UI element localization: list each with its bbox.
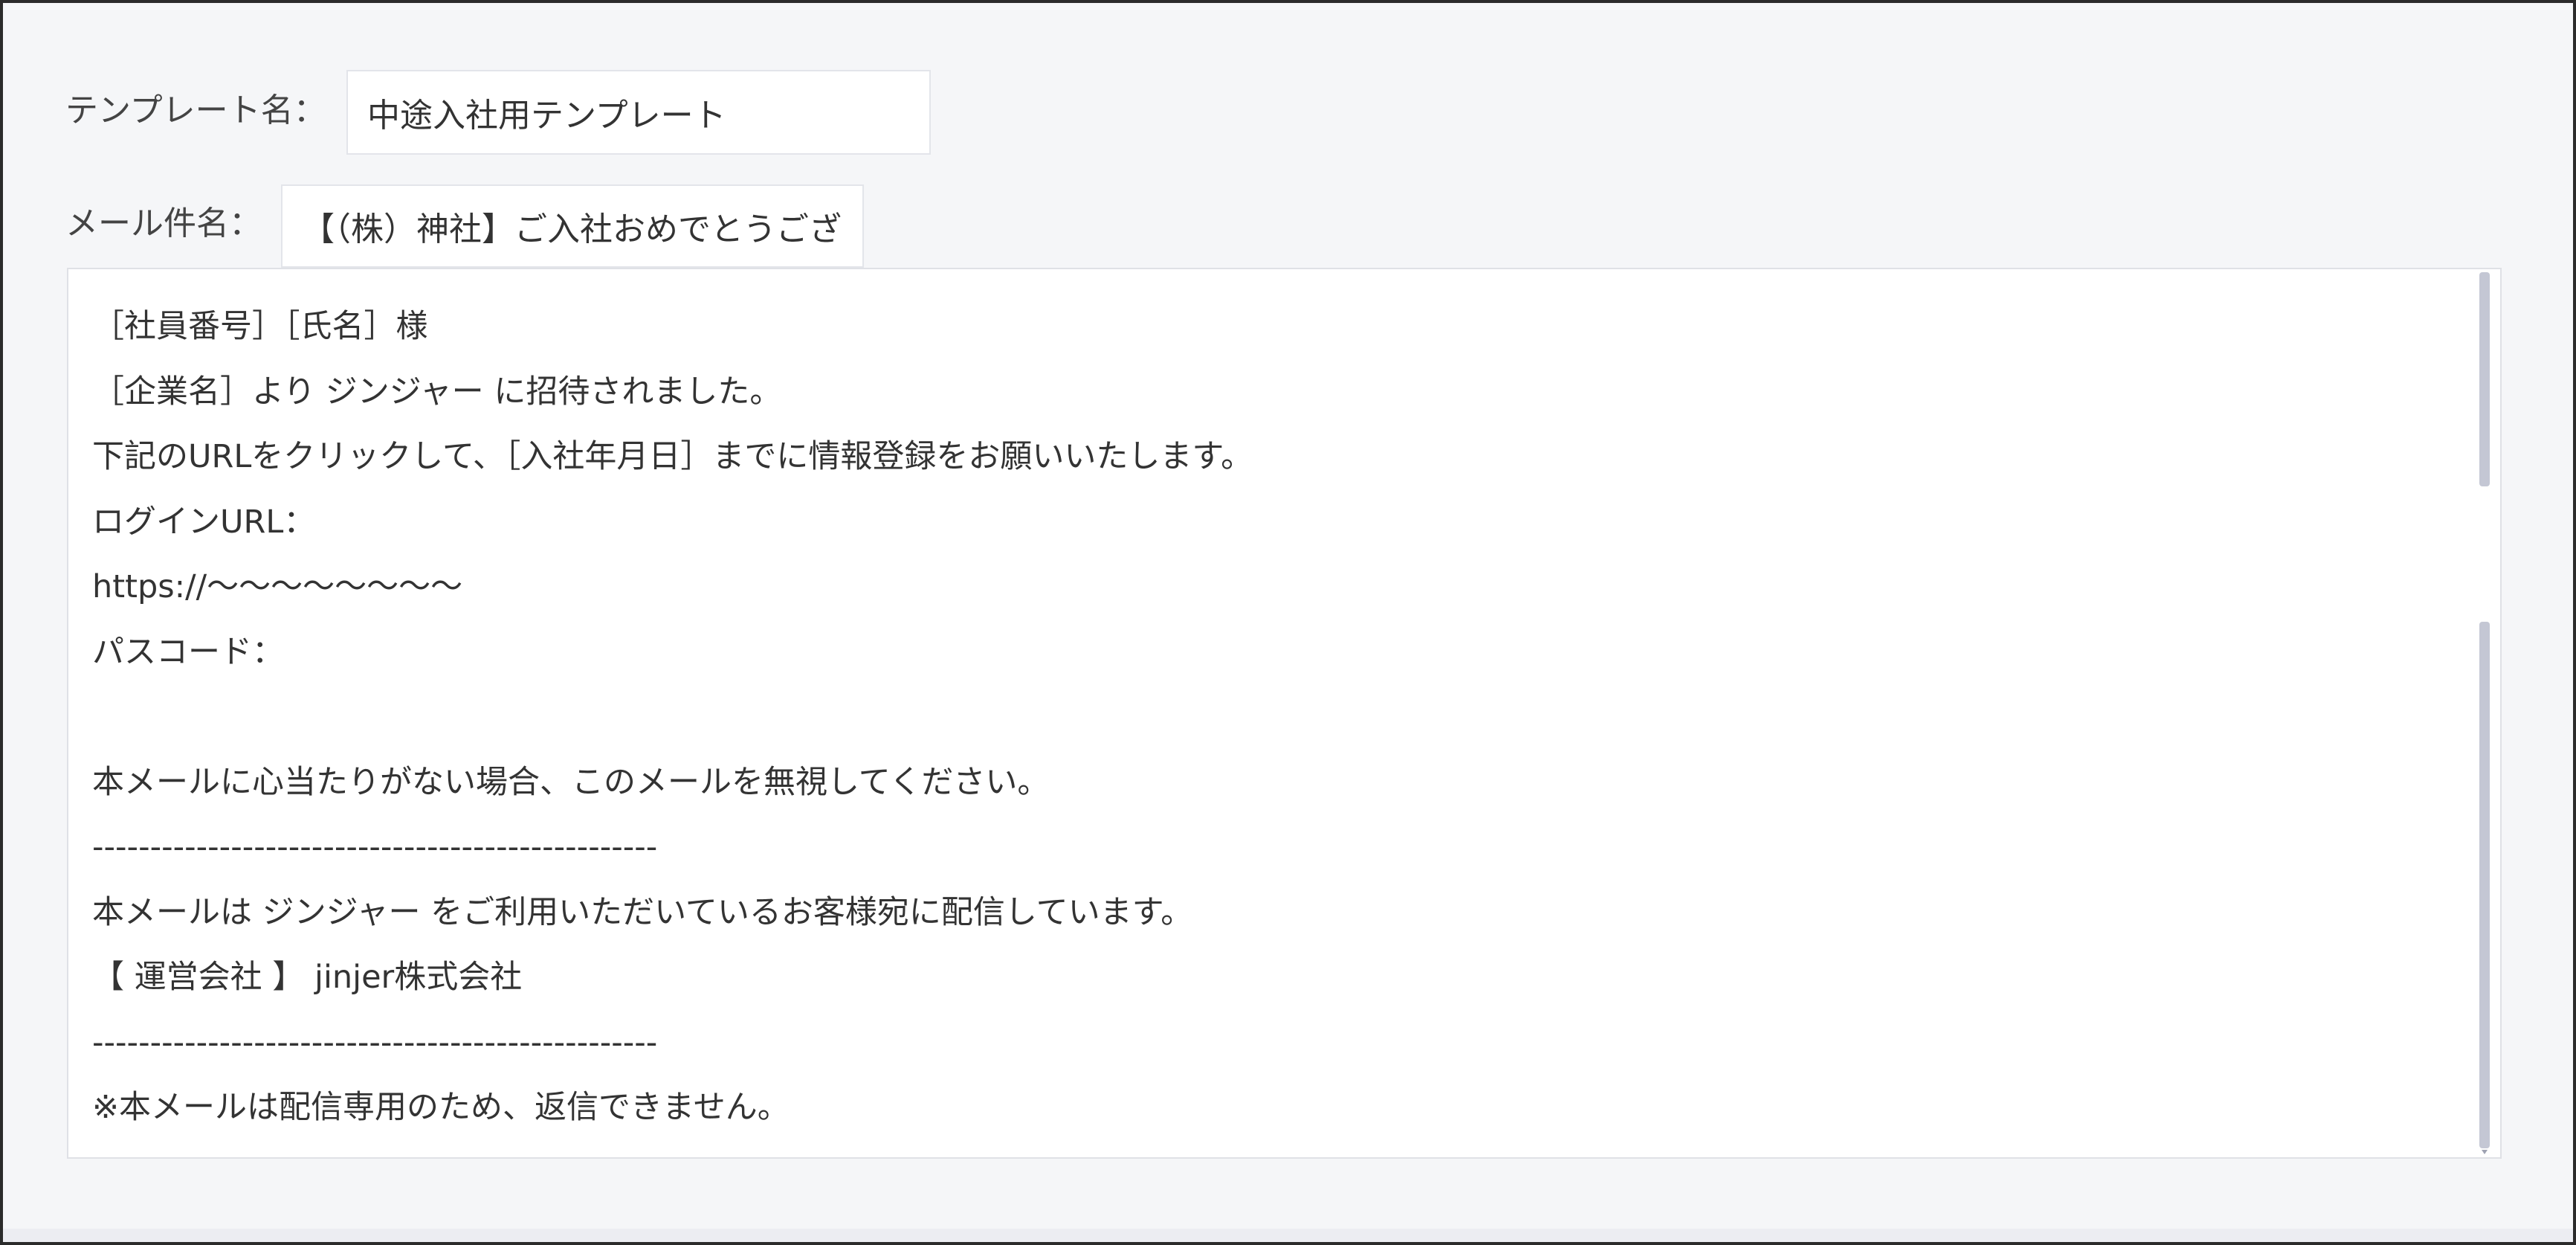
mail-body-line: 【 運営会社 】 jinjer株式会社	[92, 959, 523, 996]
scrollbar-thumb-upper[interactable]	[2479, 272, 2490, 486]
mail-body-line	[92, 685, 2434, 750]
editor-scrollbar[interactable]	[2479, 272, 2490, 1154]
mail-body-line: パスコード：	[92, 633, 284, 671]
template-name-label: テンプレート名：	[65, 91, 326, 129]
mail-body-line: 本メールに心当たりがない場合、このメールを無視してください。	[92, 763, 1050, 801]
scroll-down-arrow-icon[interactable]	[2482, 1150, 2488, 1154]
panel-footer-band	[3, 1229, 2573, 1242]
mail-subject-label: メール件名：	[65, 205, 262, 242]
mail-body-line: 本メールは ジンジャー をご利用いただいているお客様宛に配信しています。	[92, 893, 1193, 931]
mail-body-line: ※本メールは配信専用のため、返信できません。	[92, 1089, 790, 1126]
mail-body-line: ［社員番号］［氏名］様	[92, 308, 428, 345]
template-name-input[interactable]	[346, 70, 931, 155]
mail-body-line: ログインURL：	[92, 503, 316, 541]
mail-subject-input[interactable]	[281, 184, 864, 268]
template-settings-panel: テンプレート名： メール件名： ［社員番号］［氏名］様 ［企業名］より ジンジャ…	[0, 0, 2576, 1245]
mail-body-line: ［企業名］より ジンジャー に招待されました。	[92, 373, 782, 411]
mail-body-separator: ----------------------------------------…	[92, 829, 658, 866]
mail-body-line: 下記のURLをクリックして、［入社年月日］までに情報登録をお願いいたします。	[92, 438, 1253, 475]
scrollbar-thumb-lower[interactable]	[2479, 622, 2490, 1148]
mail-body-line: https://〜〜〜〜〜〜〜〜	[92, 568, 463, 605]
mail-body-editor[interactable]: ［社員番号］［氏名］様 ［企業名］より ジンジャー に招待されました。 下記のU…	[67, 268, 2502, 1159]
mail-body-content: ［社員番号］［氏名］様 ［企業名］より ジンジャー に招待されました。 下記のU…	[92, 295, 2434, 1141]
mail-body-separator: ----------------------------------------…	[92, 1023, 658, 1061]
